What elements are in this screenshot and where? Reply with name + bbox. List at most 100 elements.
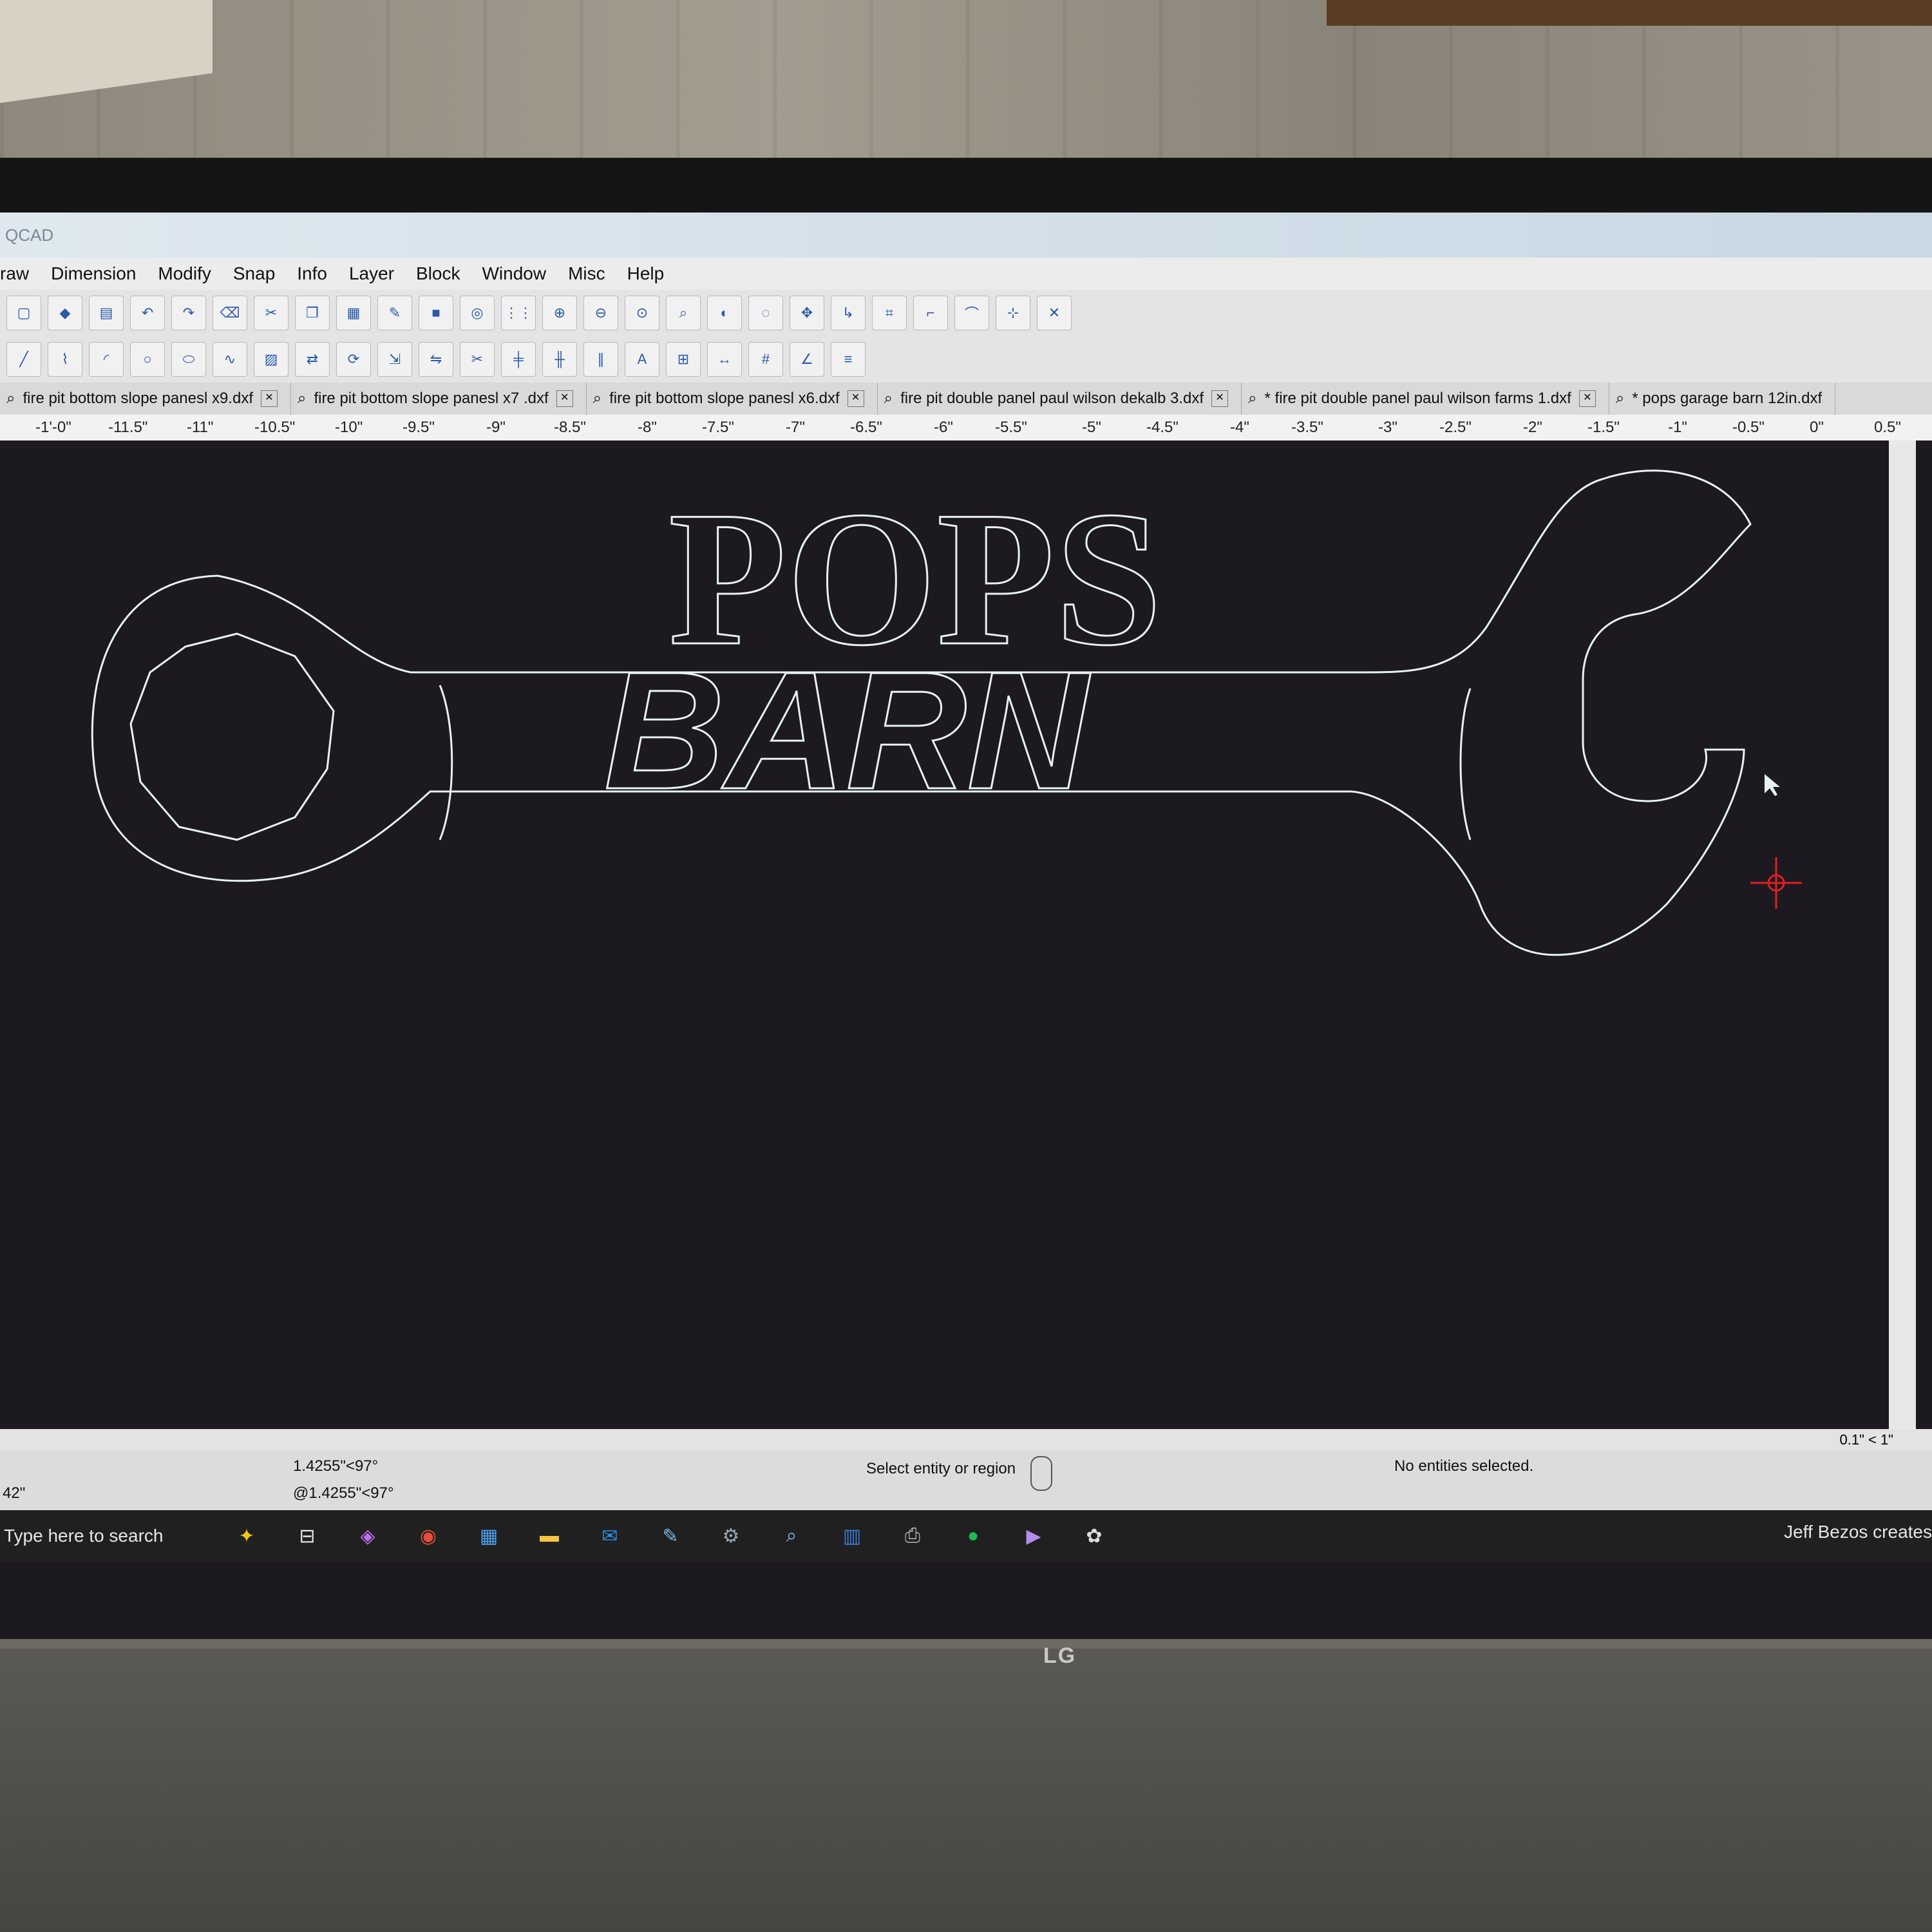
offset-icon[interactable]: ∥ xyxy=(583,342,618,377)
snap-grid-icon[interactable]: ⌗ xyxy=(872,296,907,330)
dimension-icon[interactable]: ↔ xyxy=(707,342,742,377)
polyline-icon[interactable]: ⌇ xyxy=(48,342,82,377)
close-icon[interactable]: ✕ xyxy=(1578,390,1596,407)
menu-dimension[interactable]: Dimension xyxy=(51,263,136,284)
svg-export-icon[interactable]: ◆ xyxy=(48,296,82,330)
snap-end-icon[interactable]: ⌐ xyxy=(913,296,948,330)
text-icon[interactable]: A xyxy=(625,342,659,377)
printer-icon[interactable]: ⎙ xyxy=(893,1517,932,1555)
paste-icon[interactable]: ▦ xyxy=(336,296,371,330)
close-icon[interactable]: ✕ xyxy=(847,390,864,407)
chatgpt-icon[interactable]: ✿ xyxy=(1075,1517,1113,1555)
sparkle-icon[interactable]: ✦ xyxy=(227,1517,266,1555)
circle-icon[interactable]: ○ xyxy=(130,342,165,377)
horizontal-scrollbar[interactable]: 0.1" < 1" xyxy=(0,1429,1932,1451)
move-icon[interactable]: ⇄ xyxy=(295,342,330,377)
wood-frame xyxy=(1327,0,1932,26)
eraser-icon[interactable]: ⌫ xyxy=(213,296,247,330)
grid-icon[interactable]: ⋮⋮ xyxy=(501,296,536,330)
magnifier-icon[interactable]: ⌕ xyxy=(772,1517,811,1555)
mirror-icon[interactable]: ⇋ xyxy=(419,342,453,377)
menu-modify[interactable]: Modify xyxy=(158,263,211,284)
scale-icon[interactable]: ⇲ xyxy=(377,342,412,377)
break-icon[interactable]: ╪ xyxy=(501,342,536,377)
close-icon[interactable]: ✕ xyxy=(1211,390,1229,407)
qcad-icon[interactable]: ✎ xyxy=(651,1517,690,1555)
spotify-icon[interactable]: ● xyxy=(954,1517,992,1555)
magnifier-icon: ⌕ xyxy=(297,390,307,407)
divide-icon[interactable]: ╫ xyxy=(542,342,577,377)
zoom-selection-icon[interactable]: ◌ xyxy=(748,296,783,330)
taskbar-search[interactable]: Type here to search xyxy=(0,1526,216,1546)
folder-icon[interactable]: ▬ xyxy=(530,1517,569,1555)
ruler-label: -1" xyxy=(1668,419,1687,436)
grid-spacing: 0.1" < 1" xyxy=(1839,1432,1893,1448)
menu-window[interactable]: Window xyxy=(482,263,547,284)
zoom-window-icon[interactable]: ⌕ xyxy=(666,296,701,330)
menu-layer[interactable]: Layer xyxy=(349,263,394,284)
line-icon[interactable]: ╱ xyxy=(6,342,41,377)
menu-draw[interactable]: raw xyxy=(0,263,29,284)
tab-document[interactable]: ⌕ * fire pit double panel paul wilson far… xyxy=(1242,383,1609,415)
vertical-scrollbar[interactable] xyxy=(1889,440,1916,1429)
snap-center-icon[interactable]: ⊹ xyxy=(996,296,1030,330)
document-tabs: ⌕ fire pit bottom slope panesl x9.dxf ✕ ⌕ f… xyxy=(0,383,1932,415)
coordinate-left: 42" xyxy=(3,1484,26,1502)
scissors-icon[interactable]: ✂ xyxy=(254,296,289,330)
fill-icon[interactable]: ■ xyxy=(419,296,453,330)
drawing-canvas[interactable]: POPS BARN xyxy=(12,440,1889,1429)
ruler-label: -7" xyxy=(786,419,805,436)
block-icon[interactable]: ⊞ xyxy=(666,342,701,377)
number-icon[interactable]: # xyxy=(748,342,783,377)
menu-info[interactable]: Info xyxy=(297,263,327,284)
ruler-label: 0.5" xyxy=(1874,419,1901,436)
pencil-icon[interactable]: ✎ xyxy=(377,296,412,330)
ruler-label: -6" xyxy=(934,419,953,436)
close-icon[interactable]: ✕ xyxy=(260,390,278,407)
rotate-icon[interactable]: ⟳ xyxy=(336,342,371,377)
snap-mid-icon[interactable]: ⌒ xyxy=(954,296,989,330)
zoom-previous-icon[interactable]: ◐ xyxy=(707,296,742,330)
task-view-icon[interactable]: ⊟ xyxy=(288,1517,327,1555)
store-icon[interactable]: ▦ xyxy=(469,1517,508,1555)
angle-icon[interactable]: ∠ xyxy=(790,342,824,377)
ruler-label: -1'-0" xyxy=(35,419,71,436)
compass-icon[interactable]: ◎ xyxy=(460,296,495,330)
undo-icon[interactable]: ↶ xyxy=(130,296,165,330)
menu-misc[interactable]: Misc xyxy=(568,263,605,284)
tab-document[interactable]: ⌕ fire pit bottom slope panesl x6.dxf ✕ xyxy=(587,383,878,415)
media-player-icon[interactable]: ▶ xyxy=(1014,1517,1053,1555)
properties-icon[interactable]: ≡ xyxy=(831,342,866,377)
new-file-icon[interactable]: ▢ xyxy=(6,296,41,330)
menu-help[interactable]: Help xyxy=(627,263,665,284)
settings-icon[interactable]: ⚙ xyxy=(712,1517,750,1555)
hatch-icon[interactable]: ▨ xyxy=(254,342,289,377)
copy-icon[interactable]: ❐ xyxy=(295,296,330,330)
arc-icon[interactable]: ◜ xyxy=(89,342,124,377)
copilot-icon[interactable]: ◈ xyxy=(348,1517,387,1555)
calculator-icon[interactable]: ▥ xyxy=(833,1517,871,1555)
tab-document[interactable]: ⌕ fire pit bottom slope panesl x9.dxf ✕ xyxy=(0,383,291,415)
zoom-out-icon[interactable]: ⊖ xyxy=(583,296,618,330)
pan-icon[interactable]: ✥ xyxy=(790,296,824,330)
menu-block[interactable]: Block xyxy=(416,263,460,284)
snap-intersection-icon[interactable]: ✕ xyxy=(1037,296,1072,330)
tab-document-active[interactable]: ⌕ * pops garage barn 12in.dxf xyxy=(1609,383,1836,415)
close-icon[interactable]: ✕ xyxy=(556,390,573,407)
chrome-icon[interactable]: ◉ xyxy=(409,1517,448,1555)
snap-free-icon[interactable]: ↳ xyxy=(831,296,866,330)
outlook-icon[interactable]: ✉ xyxy=(591,1517,629,1555)
news-widget[interactable]: Jeff Bezos creates xyxy=(1784,1522,1932,1542)
tab-document[interactable]: ⌕ fire pit bottom slope panesl x7 .dxf ✕ xyxy=(291,383,587,415)
spline-icon[interactable]: ∿ xyxy=(213,342,247,377)
trim-icon[interactable]: ✂ xyxy=(460,342,495,377)
window-title: QCAD xyxy=(5,225,54,245)
zoom-in-icon[interactable]: ⊕ xyxy=(542,296,577,330)
ellipse-icon[interactable]: ⬭ xyxy=(171,342,206,377)
redo-icon[interactable]: ↷ xyxy=(171,296,206,330)
tab-document[interactable]: ⌕ fire pit double panel paul wilson dekal… xyxy=(878,383,1242,415)
menu-snap[interactable]: Snap xyxy=(233,263,275,284)
ruler-label: -11" xyxy=(187,419,214,436)
zoom-auto-icon[interactable]: ⊙ xyxy=(625,296,659,330)
print-icon[interactable]: ▤ xyxy=(89,296,124,330)
